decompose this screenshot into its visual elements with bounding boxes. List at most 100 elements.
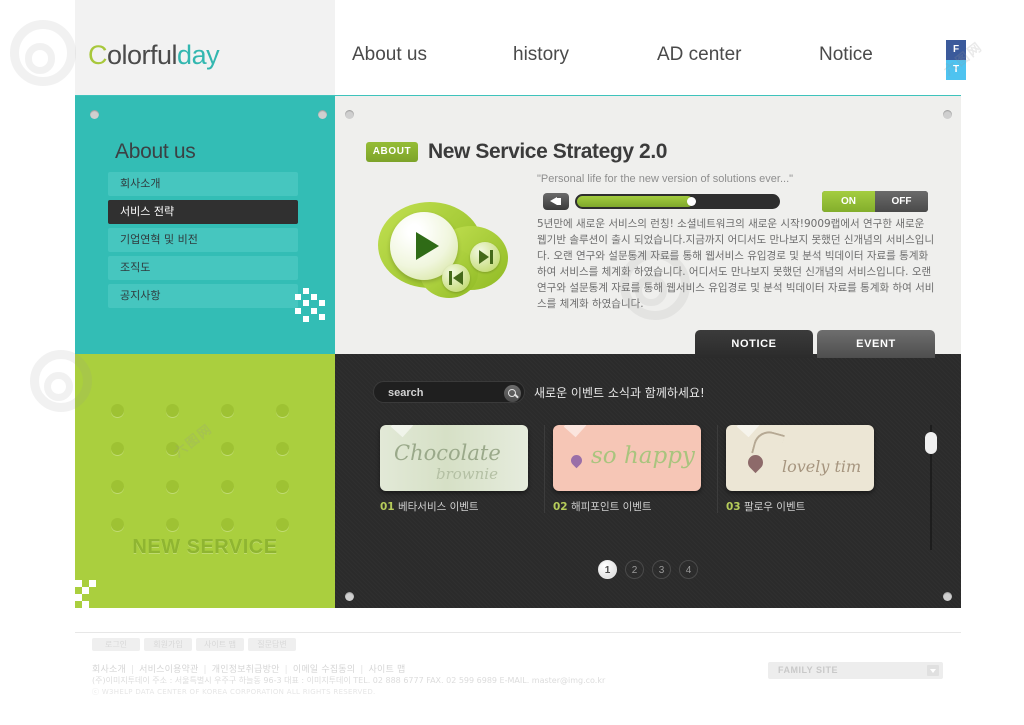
- progress-slider[interactable]: [575, 194, 780, 209]
- footer-buttons: 로그인 회원가입 사이트 맵 질문답변: [92, 638, 296, 651]
- event-card-number: 03: [726, 501, 741, 513]
- footer-link-terms[interactable]: 서비스이용약관: [139, 665, 198, 675]
- media-player: [378, 196, 513, 301]
- tab-event[interactable]: EVENT: [817, 330, 935, 358]
- footer-link-sitemap[interactable]: 사이트 맵: [369, 665, 406, 675]
- search-box[interactable]: [373, 381, 525, 403]
- panel-rivet: [318, 110, 327, 119]
- event-card-list: Chocolate brownie 01 베타서비스 이벤트 so happy …: [380, 425, 900, 514]
- prev-track-icon[interactable]: [442, 264, 470, 292]
- pixel-decoration: [295, 288, 331, 324]
- footer-address: (주)이미지투데이 주소 : 서울특별시 우주구 하늘동 96-3 대표 : 이…: [92, 676, 606, 685]
- pagination-page-3[interactable]: 3: [652, 560, 671, 579]
- tape-icon: [563, 425, 587, 438]
- pagination-page-1[interactable]: 1: [598, 560, 617, 579]
- footer-link-company[interactable]: 회사소개: [92, 665, 126, 675]
- nav-item-ad-center[interactable]: AD center: [657, 44, 741, 66]
- progress-fill: [577, 196, 693, 207]
- tagline-quote: "Personal life for the new version of so…: [537, 173, 794, 185]
- footer-links: 회사소개 | 서비스이용약관 | 개인정보취급방안 | 이메일 수집동의 | 사이트 맵: [92, 665, 406, 675]
- page-title: New Service Strategy 2.0: [428, 140, 668, 163]
- event-thumbnail[interactable]: Chocolate brownie: [380, 425, 528, 491]
- toggle-on-option[interactable]: ON: [822, 191, 875, 212]
- panel-rivet: [345, 592, 354, 601]
- event-card[interactable]: so happy 02 해피포인트 이벤트: [553, 425, 726, 514]
- speaker-icon[interactable]: [543, 193, 569, 210]
- sidebar-item-org[interactable]: 조직도: [108, 256, 298, 280]
- search-input[interactable]: [388, 385, 488, 401]
- thumb-script-main: Chocolate: [394, 441, 501, 465]
- event-card-label: 03 팔로우 이벤트: [726, 499, 899, 514]
- event-thumbnail[interactable]: so happy: [553, 425, 701, 491]
- new-service-panel[interactable]: NEW SERVICE: [75, 354, 335, 608]
- event-card-number: 02: [553, 501, 568, 513]
- tape-icon: [390, 425, 414, 438]
- family-site-label: FAMILY SITE: [778, 665, 839, 675]
- nav-item-notice[interactable]: Notice: [819, 44, 873, 66]
- twitter-icon[interactable]: T: [946, 60, 966, 80]
- footer-divider: [75, 632, 961, 633]
- sidebar-item-strategy[interactable]: 서비스 전략: [108, 200, 298, 224]
- heart-icon: [568, 452, 585, 469]
- thumb-script-main: so happy: [591, 443, 695, 469]
- footer-copyright: ⓒ W3HELP DATA CENTER OF KOREA CORPORATIO…: [92, 688, 376, 696]
- event-card-label: 02 해피포인트 이벤트: [553, 499, 726, 514]
- scrollbar-thumb[interactable]: [925, 432, 937, 454]
- chevron-down-icon[interactable]: [927, 665, 939, 676]
- footer-link-privacy[interactable]: 개인정보취급방안: [212, 665, 280, 675]
- progress-knob[interactable]: [687, 197, 696, 206]
- new-service-title: NEW SERVICE: [132, 536, 278, 558]
- about-badge: ABOUT: [366, 142, 418, 162]
- logo-part-3: day: [177, 40, 220, 70]
- sitemap-button[interactable]: 사이트 맵: [196, 638, 244, 651]
- pagination: 1 2 3 4: [598, 560, 698, 579]
- toggle-off-option[interactable]: OFF: [875, 191, 928, 212]
- event-thumbnail[interactable]: lovely tim: [726, 425, 874, 491]
- sidebar-item-history[interactable]: 기업연혁 및 비전: [108, 228, 298, 252]
- logo-part-1: C: [88, 40, 108, 70]
- signup-button[interactable]: 회원가입: [144, 638, 192, 651]
- pagination-page-2[interactable]: 2: [625, 560, 644, 579]
- next-track-icon[interactable]: [470, 242, 500, 272]
- sidebar-menu: 회사소개 서비스 전략 기업연혁 및 비전 조직도 공지사항: [108, 172, 298, 312]
- logo[interactable]: Colorfulday: [88, 40, 220, 71]
- panel-rivet: [943, 110, 952, 119]
- tape-icon: [736, 425, 760, 438]
- event-card-number: 01: [380, 501, 395, 513]
- nav-item-about-us[interactable]: About us: [352, 44, 427, 66]
- sidebar-title: About us: [115, 140, 196, 163]
- pixel-decoration: [75, 580, 105, 608]
- page-root: 六图网 六图网 Colorfulday About us history AD …: [0, 0, 1024, 725]
- thumb-script-main: lovely tim: [782, 457, 862, 476]
- content-tabs: NOTICE EVENT: [695, 330, 935, 358]
- tab-notice[interactable]: NOTICE: [695, 330, 813, 358]
- pagination-page-4[interactable]: 4: [679, 560, 698, 579]
- card-divider: [717, 425, 718, 513]
- sidebar-item-notice[interactable]: 공지사항: [108, 284, 298, 308]
- event-card-title: 해피포인트 이벤트: [570, 501, 652, 513]
- event-card-label: 01 베타서비스 이벤트: [380, 499, 553, 514]
- event-card[interactable]: lovely tim 03 팔로우 이벤트: [726, 425, 899, 514]
- search-icon[interactable]: [504, 384, 521, 402]
- on-off-toggle[interactable]: ON OFF: [822, 191, 928, 212]
- facebook-icon[interactable]: F: [946, 40, 966, 60]
- events-tagline: 새로운 이벤트 소식과 함께하세요!: [534, 386, 705, 400]
- header: Colorfulday About us history AD center N…: [0, 0, 1024, 97]
- card-divider: [544, 425, 545, 513]
- login-button[interactable]: 로그인: [92, 638, 140, 651]
- qna-button[interactable]: 질문답변: [248, 638, 296, 651]
- family-site-select[interactable]: FAMILY SITE: [768, 662, 943, 679]
- event-card[interactable]: Chocolate brownie 01 베타서비스 이벤트: [380, 425, 553, 514]
- thumb-script-sub: brownie: [436, 465, 498, 483]
- body-paragraph: 5년만에 새로운 서비스의 런칭! 소셜네트워크의 새로운 시작!9009랩에서…: [537, 218, 935, 310]
- footer-link-email[interactable]: 이메일 수집동의: [293, 665, 355, 675]
- event-card-title: 베타서비스 이벤트: [397, 501, 479, 513]
- nav-item-history[interactable]: history: [513, 44, 569, 66]
- logo-part-2: olorful: [107, 40, 178, 70]
- panel-rivet: [943, 592, 952, 601]
- sidebar-item-company[interactable]: 회사소개: [108, 172, 298, 196]
- panel-rivet: [90, 110, 99, 119]
- event-card-title: 팔로우 이벤트: [743, 501, 806, 513]
- social-links: F T: [946, 40, 966, 80]
- panel-rivet: [345, 110, 354, 119]
